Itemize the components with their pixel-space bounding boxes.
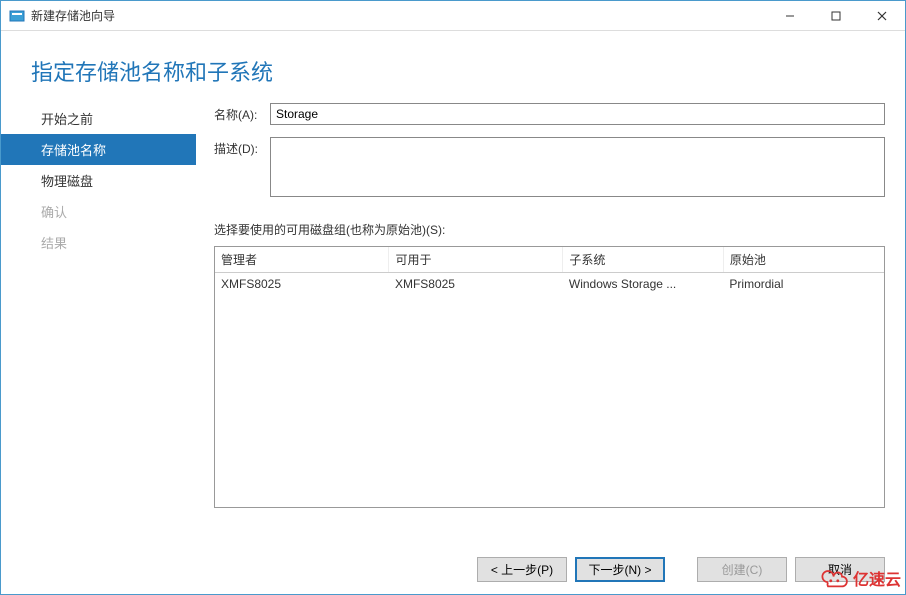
wizard-body: 开始之前 存储池名称 物理磁盘 确认 结果 名称(A): 描述(D): 选择要使… (1, 97, 905, 544)
step-result: 结果 (1, 227, 196, 258)
cell-manager: XMFS8025 (215, 273, 389, 296)
cell-pool: Primordial (723, 273, 884, 296)
diskgroup-table: 管理者 可用于 子系统 原始池 XMFS8025 XMFS8025 Window… (215, 247, 884, 295)
cell-subsystem: Windows Storage ... (563, 273, 724, 296)
window-controls (767, 1, 905, 30)
app-icon (9, 8, 25, 24)
cancel-button[interactable]: 取消 (795, 557, 885, 582)
create-button: 创建(C) (697, 557, 787, 582)
name-input[interactable] (270, 103, 885, 125)
diskgroup-table-container[interactable]: 管理者 可用于 子系统 原始池 XMFS8025 XMFS8025 Window… (214, 246, 885, 508)
titlebar: 新建存储池向导 (1, 1, 905, 31)
minimize-button[interactable] (767, 1, 813, 30)
table-header-row: 管理者 可用于 子系统 原始池 (215, 247, 884, 273)
heading-area: 指定存储池名称和子系统 (1, 31, 905, 97)
close-button[interactable] (859, 1, 905, 30)
step-physical-disks[interactable]: 物理磁盘 (1, 165, 196, 196)
step-confirm: 确认 (1, 196, 196, 227)
wizard-steps-sidebar: 开始之前 存储池名称 物理磁盘 确认 结果 (1, 97, 196, 544)
wizard-main: 名称(A): 描述(D): 选择要使用的可用磁盘组(也称为原始池)(S): 管理… (196, 97, 885, 544)
page-heading: 指定存储池名称和子系统 (31, 55, 905, 87)
table-row[interactable]: XMFS8025 XMFS8025 Windows Storage ... Pr… (215, 273, 884, 296)
wizard-window: 新建存储池向导 指定存储池名称和子系统 开始之前 存储池名称 物理磁盘 确认 结… (0, 0, 906, 595)
prev-button[interactable]: < 上一步(P) (477, 557, 567, 582)
maximize-button[interactable] (813, 1, 859, 30)
name-label: 名称(A): (214, 103, 270, 123)
col-header-pool[interactable]: 原始池 (723, 247, 884, 273)
desc-textarea[interactable] (270, 137, 885, 197)
name-field-row: 名称(A): (214, 103, 885, 125)
col-header-available[interactable]: 可用于 (389, 247, 563, 273)
window-title: 新建存储池向导 (31, 7, 767, 24)
wizard-footer: < 上一步(P) 下一步(N) > 创建(C) 取消 (1, 544, 905, 594)
step-before-begin[interactable]: 开始之前 (1, 103, 196, 134)
diskgroup-caption: 选择要使用的可用磁盘组(也称为原始池)(S): (214, 221, 885, 238)
cell-available: XMFS8025 (389, 273, 563, 296)
desc-label: 描述(D): (214, 137, 270, 157)
col-header-subsystem[interactable]: 子系统 (563, 247, 724, 273)
desc-field-row: 描述(D): (214, 137, 885, 197)
next-button[interactable]: 下一步(N) > (575, 557, 665, 582)
step-pool-name[interactable]: 存储池名称 (1, 134, 196, 165)
col-header-manager[interactable]: 管理者 (215, 247, 389, 273)
